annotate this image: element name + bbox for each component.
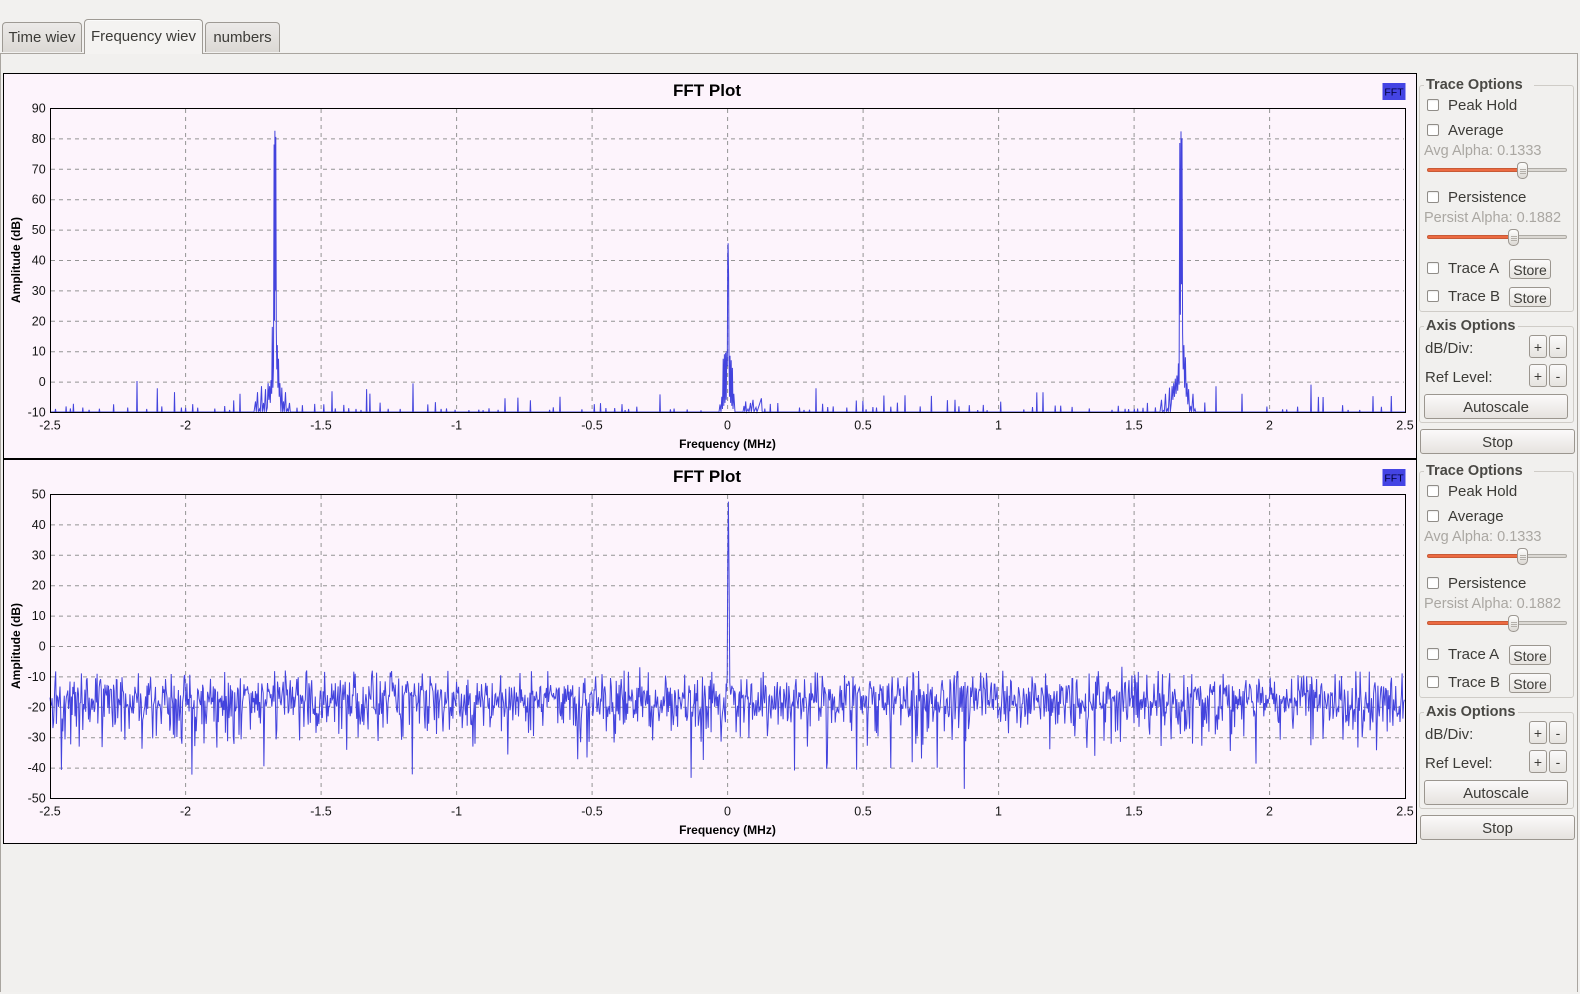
svg-text:-10: -10 — [28, 406, 46, 420]
svg-text:Amplitude (dB): Amplitude (dB) — [9, 603, 23, 689]
svg-text:FFT Plot: FFT Plot — [673, 467, 741, 486]
svg-text:FFT: FFT — [1384, 87, 1404, 99]
svg-text:Amplitude (dB): Amplitude (dB) — [9, 217, 23, 303]
svg-text:1.5: 1.5 — [1125, 419, 1142, 433]
svg-text:10: 10 — [32, 609, 46, 623]
svg-text:40: 40 — [32, 518, 46, 532]
svg-text:Frequency (MHz): Frequency (MHz) — [679, 823, 776, 837]
svg-text:50: 50 — [32, 488, 46, 502]
svg-text:0: 0 — [39, 375, 46, 389]
svg-text:2.5: 2.5 — [1396, 419, 1413, 433]
svg-text:90: 90 — [32, 102, 46, 116]
svg-text:20: 20 — [32, 579, 46, 593]
svg-text:2: 2 — [1266, 805, 1273, 819]
svg-text:Frequency (MHz): Frequency (MHz) — [679, 437, 776, 451]
svg-text:1: 1 — [995, 419, 1002, 433]
svg-text:2: 2 — [1266, 419, 1273, 433]
svg-text:20: 20 — [32, 314, 46, 328]
svg-text:0.5: 0.5 — [854, 805, 871, 819]
svg-text:0: 0 — [724, 419, 731, 433]
svg-text:30: 30 — [32, 548, 46, 562]
svg-text:2.5: 2.5 — [1396, 805, 1413, 819]
svg-text:-2.5: -2.5 — [39, 805, 61, 819]
svg-text:-2: -2 — [180, 805, 191, 819]
svg-text:-1.5: -1.5 — [310, 419, 332, 433]
svg-text:1.5: 1.5 — [1125, 805, 1142, 819]
svg-text:-1.5: -1.5 — [310, 805, 332, 819]
svg-text:10: 10 — [32, 345, 46, 359]
svg-text:-10: -10 — [28, 670, 46, 684]
svg-text:1: 1 — [995, 805, 1002, 819]
svg-text:0.5: 0.5 — [854, 419, 871, 433]
svg-text:-0.5: -0.5 — [581, 805, 603, 819]
svg-text:-1: -1 — [451, 419, 462, 433]
svg-text:-20: -20 — [28, 700, 46, 714]
svg-text:70: 70 — [32, 162, 46, 176]
svg-text:60: 60 — [32, 193, 46, 207]
svg-text:80: 80 — [32, 132, 46, 146]
svg-text:-50: -50 — [28, 792, 46, 806]
svg-text:-2: -2 — [180, 419, 191, 433]
svg-text:0: 0 — [724, 805, 731, 819]
svg-text:-1: -1 — [451, 805, 462, 819]
svg-text:FFT Plot: FFT Plot — [673, 81, 741, 100]
svg-text:-30: -30 — [28, 731, 46, 745]
svg-text:30: 30 — [32, 284, 46, 298]
svg-text:FFT: FFT — [1384, 473, 1404, 485]
svg-text:50: 50 — [32, 223, 46, 237]
svg-text:-2.5: -2.5 — [39, 419, 61, 433]
svg-text:-0.5: -0.5 — [581, 419, 603, 433]
svg-text:40: 40 — [32, 254, 46, 268]
svg-text:0: 0 — [39, 640, 46, 654]
svg-text:-40: -40 — [28, 761, 46, 775]
